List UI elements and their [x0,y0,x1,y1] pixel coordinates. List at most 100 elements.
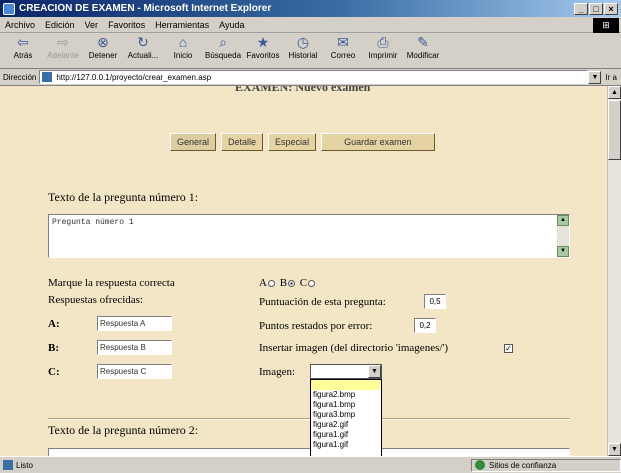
question-2-title: Texto de la pregunta número 2: [48,423,199,437]
toolbar-button-5[interactable]: ⌕ Búsqueda [205,33,241,60]
home-icon: ⌂ [178,34,188,50]
penalty-input[interactable]: 0,2 [414,318,436,333]
page-status-icon [3,460,13,470]
history-icon: ◷ [296,34,310,50]
answer-b-input[interactable]: Respuesta B [97,340,172,355]
divider [48,418,570,420]
address-label: Dirección [3,72,37,82]
option-b-radio[interactable] [288,279,296,287]
toolbar-button-label: Actuali... [127,51,159,60]
status-bar: Listo Sitios de confianza [0,456,621,473]
image-option[interactable] [311,380,381,390]
detalle-button[interactable]: Detalle [221,133,264,151]
penalty-label: Puntos restados por error: [259,320,373,332]
image-option[interactable]: figura1.gif [311,430,381,440]
toolbar-button-label: Adelante [47,51,79,60]
question-1-textarea[interactable]: Pregunta número 1 ▲ ▼ [48,214,570,258]
question-2-textarea[interactable] [48,448,570,456]
favorites-icon: ★ [256,34,270,50]
menu-edicion[interactable]: Edición [40,20,80,30]
answer-c-input[interactable]: Respuesta C [97,364,172,379]
chevron-down-icon[interactable]: ▼ [368,365,381,378]
minimize-button[interactable]: _ [574,2,588,15]
textarea-scrollbar[interactable]: ▲ ▼ [557,215,569,257]
toolbar-button-2[interactable]: ⊗ Detener [86,33,120,60]
scroll-up-icon[interactable]: ▲ [557,215,569,226]
menu-ayuda[interactable]: Ayuda [214,20,249,30]
toolbar-button-1: ⇨ Adelante [46,33,80,60]
image-dropdown-list: figura2.bmp figura1.bmp figura3.bmp figura2… [310,379,382,456]
close-button[interactable]: × [604,2,618,15]
general-button[interactable]: General [170,133,217,151]
toolbar-button-label: Historial [288,51,318,60]
menu-archivo[interactable]: Archivo [0,20,40,30]
image-option[interactable]: figura2.bmp [311,390,381,400]
toolbar-button-8[interactable]: ✉ Correo [326,33,360,60]
answer-b-key: B: [48,342,59,354]
correct-answer-radios: A B C [259,277,317,289]
image-option[interactable]: figura1.bmp [311,400,381,410]
correct-answer-label: Marque la respuesta correcta [48,277,175,289]
image-option[interactable]: figura2.gif [311,420,381,430]
option-c-label: C [299,277,308,289]
back-arrow-icon: ⇦ [17,34,29,50]
scroll-down-icon[interactable]: ▼ [608,443,621,456]
maximize-button[interactable]: □ [589,2,603,15]
score-input[interactable]: 0,5 [424,294,446,309]
toolbar-button-label: Modificar [406,51,440,60]
option-a-label: A [259,277,267,289]
print-icon: ⎙ [377,34,389,50]
title-bar: CREACIÓN DE EXAMEN - Microsoft Internet … [0,0,621,17]
page-scrollbar[interactable]: ▲ ▼ [607,86,621,456]
toolbar-button-0[interactable]: ⇦ Atrás [6,33,40,60]
guardar-examen-button[interactable]: Guardar examen [321,133,435,151]
zone-label: Sitios de confianza [489,460,557,470]
toolbar-button-label: Correo [330,51,356,60]
answer-a-input[interactable]: Respuesta A [97,316,172,331]
question-1-title: Texto de la pregunta número 1: [48,190,199,204]
image-option[interactable]: figura3.bmp [311,410,381,420]
menu-favoritos[interactable]: Favoritos [103,20,150,30]
globe-icon [475,460,485,470]
window-controls: _ □ × [574,2,618,15]
go-button[interactable]: Ir a [601,73,621,82]
status-text: Listo [16,460,33,470]
scroll-up-icon[interactable]: ▲ [608,86,621,99]
menu-herramientas[interactable]: Herramientas [150,20,214,30]
score-label: Puntuación de esta pregunta: [259,296,386,308]
image-select[interactable]: ▼ [310,364,382,379]
section-nav: General Detalle Especial Guardar examen [170,133,435,151]
toolbar-button-9[interactable]: ⎙ Imprimir [366,33,400,60]
option-a-radio[interactable] [267,279,275,287]
search-icon: ⌕ [219,34,227,50]
image-option[interactable]: figura1.gif [311,440,381,450]
especial-button[interactable]: Especial [268,133,317,151]
address-dropdown-button[interactable]: ▼ [588,70,602,84]
scroll-thumb[interactable] [608,100,621,160]
toolbar-button-6[interactable]: ★ Favoritos [246,33,280,60]
scroll-down-icon[interactable]: ▼ [557,246,569,257]
toolbar-button-7[interactable]: ◷ Historial [286,33,320,60]
stop-icon: ⊗ [97,34,109,50]
page-icon [42,72,53,82]
edit-icon: ✎ [417,34,429,50]
address-input[interactable]: http://127.0.0.1/proyecto/crear_examen.a… [39,70,589,84]
refresh-icon: ↻ [137,34,149,50]
question-1-text: Pregunta número 1 [52,218,134,227]
mail-icon: ✉ [337,34,349,50]
option-c-radio[interactable] [308,279,316,287]
toolbar-button-3[interactable]: ↻ Actuali... [126,33,160,60]
ie-logo-icon [3,2,15,15]
window-title: CREACIÓN DE EXAMEN - Microsoft Internet … [19,3,272,14]
option-b-label: B [279,277,288,289]
menu-bar: Archivo Edición Ver Favoritos Herramient… [0,17,621,33]
security-zone: Sitios de confianza [471,458,621,472]
menu-ver[interactable]: Ver [80,20,104,30]
insert-image-checkbox[interactable]: ✓ [504,344,513,353]
image-label: Imagen: [259,366,296,378]
toolbar: ⇦ Atrás ⇨ Adelante ⊗ Detener ↻ Actuali... ⌂ Inici… [0,33,621,69]
toolbar-button-4[interactable]: ⌂ Inicio [166,33,200,60]
toolbar-button-10[interactable]: ✎ Modificar [406,33,440,60]
answer-c-key: C: [48,366,60,378]
windows-logo-icon: ⊞ [593,18,619,33]
